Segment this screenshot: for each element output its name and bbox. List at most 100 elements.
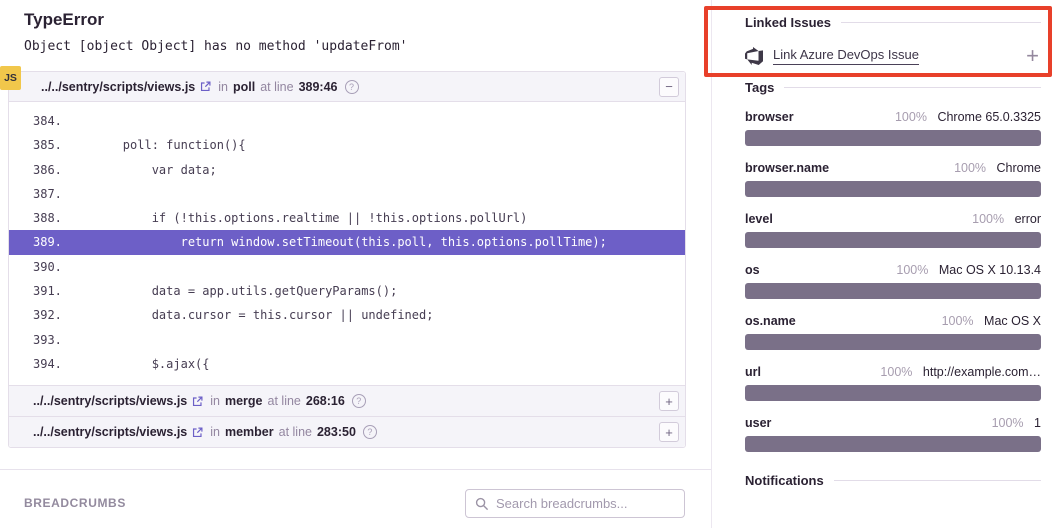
tag-name[interactable]: url — [745, 365, 761, 379]
stack-frame-header[interactable]: ../../sentry/scripts/views.js in merge a… — [9, 385, 685, 416]
question-icon[interactable]: ? — [345, 80, 359, 94]
code-line: 389. return window.setTimeout(this.poll,… — [9, 230, 685, 254]
tag-value[interactable]: 1 — [1034, 416, 1041, 430]
code-line-number: 386. — [9, 158, 65, 182]
main-column: TypeError Object [object Object] has no … — [0, 0, 710, 528]
linked-issues-heading-label: Linked Issues — [745, 15, 831, 30]
tag-name[interactable]: os — [745, 263, 760, 277]
in-label: in — [210, 394, 220, 408]
tag-percent: 100% — [942, 314, 974, 328]
frame-filename: ../../sentry/scripts/views.js — [41, 80, 195, 94]
question-icon[interactable]: ? — [363, 425, 377, 439]
collapse-frame-button[interactable]: − — [659, 77, 679, 97]
tags-heading: Tags — [745, 80, 1041, 95]
at-line-label: at line — [260, 80, 293, 94]
tag-value-group: 100% Chrome 65.0.3325 — [895, 110, 1041, 124]
tag-distribution-bar[interactable] — [745, 130, 1041, 146]
tag-value-group: 100% error — [972, 212, 1041, 226]
tag-value[interactable]: http://example.com… — [923, 365, 1041, 379]
tag-row: browser 100% Chrome 65.0.3325 — [745, 110, 1041, 124]
link-azure-devops-issue-link[interactable]: Link Azure DevOps Issue — [773, 47, 919, 65]
tag-row: level 100% error — [745, 212, 1041, 226]
code-line: 390. — [9, 255, 685, 279]
tag-value[interactable]: Chrome — [997, 161, 1041, 175]
stack-frame-header[interactable]: ../../sentry/scripts/views.js in member … — [9, 416, 685, 447]
tag-item: level 100% error — [745, 212, 1041, 248]
question-icon[interactable]: ? — [352, 394, 366, 408]
search-breadcrumbs-input[interactable] — [496, 496, 675, 511]
code-line-number: 393. — [9, 328, 65, 352]
code-line: 385. poll: function(){ — [9, 133, 685, 157]
code-line: 394. $.ajax({ — [9, 352, 685, 376]
code-line-number: 388. — [9, 206, 65, 230]
code-line: 392. data.cursor = this.cursor || undefi… — [9, 303, 685, 327]
linked-issues-row: Link Azure DevOps Issue + — [745, 47, 1041, 65]
tag-row: browser.name 100% Chrome — [745, 161, 1041, 175]
external-link-icon[interactable] — [200, 81, 211, 92]
code-line-text: data.cursor = this.cursor || undefined; — [65, 303, 433, 327]
add-linked-issue-button[interactable]: + — [1026, 48, 1039, 64]
code-line-number: 387. — [9, 182, 65, 206]
tag-value[interactable]: Mac OS X 10.13.4 — [939, 263, 1041, 277]
code-line-number: 391. — [9, 279, 65, 303]
code-line-number: 390. — [9, 255, 65, 279]
tag-distribution-bar[interactable] — [745, 436, 1041, 452]
tag-value[interactable]: Mac OS X — [984, 314, 1041, 328]
tag-percent: 100% — [895, 110, 927, 124]
tag-percent: 100% — [880, 365, 912, 379]
code-line-text: data = app.utils.getQueryParams(); — [65, 279, 397, 303]
tags-heading-label: Tags — [745, 80, 774, 95]
tag-item: os 100% Mac OS X 10.13.4 — [745, 263, 1041, 299]
in-label: in — [210, 425, 220, 439]
tag-value[interactable]: error — [1015, 212, 1041, 226]
tag-item: url 100% http://example.com… — [745, 365, 1041, 401]
linked-issues-heading: Linked Issues — [745, 15, 1041, 30]
code-line-number: 394. — [9, 352, 65, 376]
code-line-number: 384. — [9, 109, 65, 133]
heading-rule — [834, 480, 1041, 481]
code-line-number: 392. — [9, 303, 65, 327]
breadcrumbs-search[interactable] — [465, 489, 685, 518]
tag-row: url 100% http://example.com… — [745, 365, 1041, 379]
external-link-icon[interactable] — [192, 427, 203, 438]
tag-distribution-bar[interactable] — [745, 232, 1041, 248]
tag-percent: 100% — [954, 161, 986, 175]
platform-js-badge: JS — [0, 66, 21, 90]
tags-list: browser 100% Chrome 65.0.3325 browser.na… — [745, 110, 1041, 452]
stacktrace-panel: ../../sentry/scripts/views.js in poll at… — [8, 71, 686, 448]
tag-distribution-bar[interactable] — [745, 385, 1041, 401]
tag-value-group: 100% http://example.com… — [880, 365, 1041, 379]
frame-function: poll — [233, 80, 255, 94]
tag-value[interactable]: Chrome 65.0.3325 — [937, 110, 1041, 124]
stack-frame-header[interactable]: ../../sentry/scripts/views.js in poll at… — [9, 72, 685, 102]
tag-name[interactable]: user — [745, 416, 771, 430]
frame-line-number: 283:50 — [317, 425, 356, 439]
code-line-text: poll: function(){ — [65, 133, 246, 157]
frame-filename: ../../sentry/scripts/views.js — [33, 394, 187, 408]
at-line-label: at line — [268, 394, 301, 408]
heading-rule — [841, 22, 1041, 23]
code-line-number: 389. — [9, 230, 65, 254]
code-line-text: if (!this.options.realtime || !this.opti… — [65, 206, 527, 230]
tag-name[interactable]: browser — [745, 110, 794, 124]
external-link-icon[interactable] — [192, 396, 203, 407]
page-title: TypeError — [24, 10, 710, 30]
tag-item: browser 100% Chrome 65.0.3325 — [745, 110, 1041, 146]
tag-item: user 100% 1 — [745, 416, 1041, 452]
tag-distribution-bar[interactable] — [745, 283, 1041, 299]
notifications-section: Notifications — [745, 473, 1041, 488]
error-message: Object [object Object] has no method 'up… — [24, 39, 710, 54]
tags-section: Tags browser 100% Chrome 65.0.3325 — [745, 80, 1041, 452]
tag-distribution-bar[interactable] — [745, 181, 1041, 197]
tag-name[interactable]: os.name — [745, 314, 796, 328]
code-line: 393. — [9, 328, 685, 352]
expand-frame-button[interactable]: + — [659, 391, 679, 411]
tag-name[interactable]: level — [745, 212, 773, 226]
tag-name[interactable]: browser.name — [745, 161, 829, 175]
tag-item: browser.name 100% Chrome — [745, 161, 1041, 197]
expand-frame-button[interactable]: + — [659, 422, 679, 442]
tag-distribution-bar[interactable] — [745, 334, 1041, 350]
tag-row: os 100% Mac OS X 10.13.4 — [745, 263, 1041, 277]
code-line-number: 385. — [9, 133, 65, 157]
code-line: 391. data = app.utils.getQueryParams(); — [9, 279, 685, 303]
